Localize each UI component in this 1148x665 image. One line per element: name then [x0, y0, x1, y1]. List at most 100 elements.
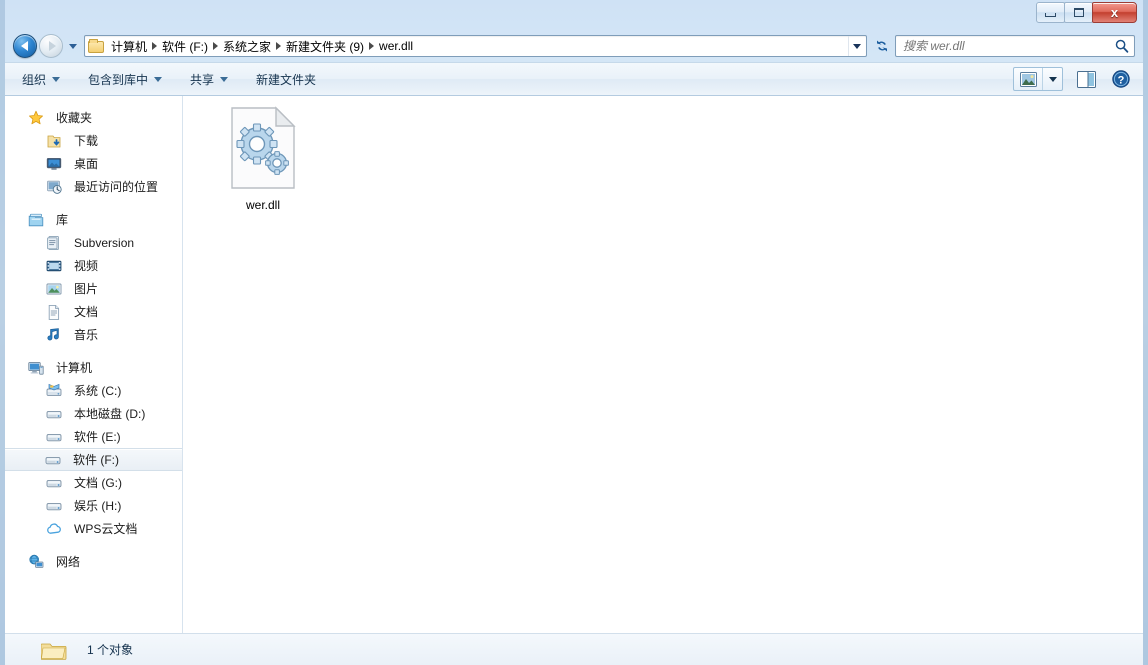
cloud-icon: [46, 521, 68, 537]
drive-icon: [46, 406, 68, 422]
file-name: wer.dll: [245, 198, 280, 212]
command-label: 新建文件夹: [256, 72, 317, 87]
arrow-left-icon: [20, 41, 28, 51]
address-history-button[interactable]: [848, 36, 864, 56]
folder-icon: [40, 640, 67, 660]
back-button[interactable]: [13, 34, 37, 58]
sidebar-root-4[interactable]: 网络: [5, 550, 182, 573]
chevron-down-icon: [69, 43, 77, 49]
video-icon: [46, 258, 68, 274]
chevron-down-icon: [154, 76, 163, 82]
breadcrumb-separator: [276, 42, 282, 50]
svg-text:?: ?: [1118, 74, 1125, 86]
command-2[interactable]: 包含到库中: [77, 67, 173, 91]
sidebar-item[interactable]: 音乐: [5, 323, 182, 346]
sidebar-item[interactable]: Subversion: [5, 231, 182, 254]
network-icon: [28, 554, 50, 570]
command-3[interactable]: 共享: [179, 67, 239, 91]
command-4[interactable]: 新建文件夹: [245, 67, 327, 91]
sidebar-item-label: 桌面: [74, 157, 99, 171]
sidebar-item[interactable]: 桌面: [5, 152, 182, 175]
search-icon: [1115, 39, 1129, 53]
sidebar-item[interactable]: 娱乐 (H:): [5, 494, 182, 517]
command-bar: 组织 包含到库中 共享 新建文件夹 ?: [5, 62, 1143, 96]
help-icon: ?: [1112, 70, 1130, 88]
sidebar-item-label: 娱乐 (H:): [74, 499, 122, 513]
sidebar-item-label: 视频: [74, 259, 99, 273]
nav-group: 库 Subversion 视频图片文档音乐: [5, 208, 182, 346]
sidebar-item-label: 文档: [74, 305, 99, 319]
close-button[interactable]: x: [1092, 2, 1137, 23]
recent-places-icon: [46, 179, 68, 195]
breadcrumb-item[interactable]: 计算机: [107, 37, 151, 56]
nav-group: 计算机系统 (C:) 本地磁盘 (D:) 软件 (E:) 软件 (F:) 文档 (G:)…: [5, 356, 182, 540]
sidebar-item-label: 系统 (C:): [74, 384, 122, 398]
status-text: 1 个对象: [87, 643, 134, 657]
sidebar-root-3[interactable]: 计算机: [5, 356, 182, 379]
chevron-down-icon: [52, 76, 61, 82]
address-bar[interactable]: 计算机 软件 (F:) 系统之家 新建文件夹 (9) wer.dll: [84, 35, 867, 57]
sidebar-item[interactable]: 本地磁盘 (D:): [5, 402, 182, 425]
sidebar-item[interactable]: 文档: [5, 300, 182, 323]
minimize-button[interactable]: [1036, 2, 1065, 23]
breadcrumb-separator: [152, 42, 158, 50]
file-item[interactable]: wer.dll: [215, 106, 311, 212]
library-icon: [28, 212, 50, 228]
sidebar-root-2[interactable]: 库: [5, 208, 182, 231]
sidebar-item-label: WPS云文档: [74, 522, 138, 536]
refresh-icon: [877, 40, 887, 52]
sidebar-item-label: 下载: [74, 134, 99, 148]
view-dropdown-button[interactable]: [1042, 68, 1062, 90]
sidebar-item-label: 图片: [74, 282, 99, 296]
nav-group: 收藏夹下载桌面最近访问的位置: [5, 106, 182, 198]
file-list-pane[interactable]: wer.dll: [183, 96, 1143, 633]
maximize-icon: [1073, 8, 1084, 17]
help-button[interactable]: ?: [1109, 67, 1133, 91]
search-input[interactable]: [903, 39, 1114, 53]
command-1[interactable]: 组织: [11, 67, 71, 91]
breadcrumb-item[interactable]: 软件 (F:): [158, 37, 212, 56]
sidebar-item[interactable]: WPS云文档: [5, 517, 182, 540]
sidebar-item[interactable]: 软件 (F:): [5, 448, 182, 471]
chevron-down-icon: [220, 76, 229, 82]
breadcrumb-item[interactable]: wer.dll: [375, 38, 417, 54]
breadcrumb-item[interactable]: 新建文件夹 (9): [282, 37, 368, 56]
navigation-pane[interactable]: 收藏夹下载桌面最近访问的位置库 Subversion 视频图片文档音乐计算机系统 (…: [5, 96, 183, 633]
sidebar-item[interactable]: 系统 (C:): [5, 379, 182, 402]
breadcrumb-separator: [369, 42, 375, 50]
sidebar-root-1[interactable]: 收藏夹: [5, 106, 182, 129]
change-view-button[interactable]: [1014, 68, 1042, 90]
address-row: 计算机 软件 (F:) 系统之家 新建文件夹 (9) wer.dll: [5, 30, 1143, 62]
search-box[interactable]: [895, 35, 1135, 57]
music-icon: [46, 327, 68, 343]
sidebar-item[interactable]: 图片: [5, 277, 182, 300]
desktop-icon: [46, 156, 68, 172]
sidebar-item[interactable]: 视频: [5, 254, 182, 277]
view-group: [1013, 67, 1063, 91]
sidebar-root-label: 库: [56, 213, 69, 227]
sidebar-item-label: Subversion: [74, 235, 135, 250]
subversion-icon: [46, 235, 68, 251]
breadcrumb-separator: [213, 42, 219, 50]
sidebar-item-label: 软件 (E:): [74, 430, 121, 444]
sidebar-item[interactable]: 软件 (E:): [5, 425, 182, 448]
sidebar-item[interactable]: 最近访问的位置: [5, 175, 182, 198]
sidebar-root-label: 收藏夹: [56, 111, 93, 125]
sidebar-item[interactable]: 下载: [5, 129, 182, 152]
window-controls: x: [1036, 2, 1137, 23]
sidebar-item-label: 音乐: [74, 328, 99, 342]
system-drive-icon: [46, 383, 68, 399]
sidebar-item-label: 软件 (F:): [73, 453, 119, 467]
drive-icon: [46, 498, 68, 514]
command-bar-right: ?: [1013, 67, 1133, 91]
maximize-button[interactable]: [1064, 2, 1093, 23]
refresh-button[interactable]: [871, 35, 893, 57]
view-icon: [1019, 71, 1037, 87]
recent-pages-button[interactable]: [66, 36, 80, 56]
sidebar-item[interactable]: 文档 (G:): [5, 471, 182, 494]
forward-button[interactable]: [39, 34, 63, 58]
preview-pane-button[interactable]: [1073, 67, 1099, 91]
breadcrumb-item[interactable]: 系统之家: [219, 37, 275, 56]
downloads-icon: [46, 133, 68, 149]
sidebar-root-label: 网络: [56, 555, 81, 569]
